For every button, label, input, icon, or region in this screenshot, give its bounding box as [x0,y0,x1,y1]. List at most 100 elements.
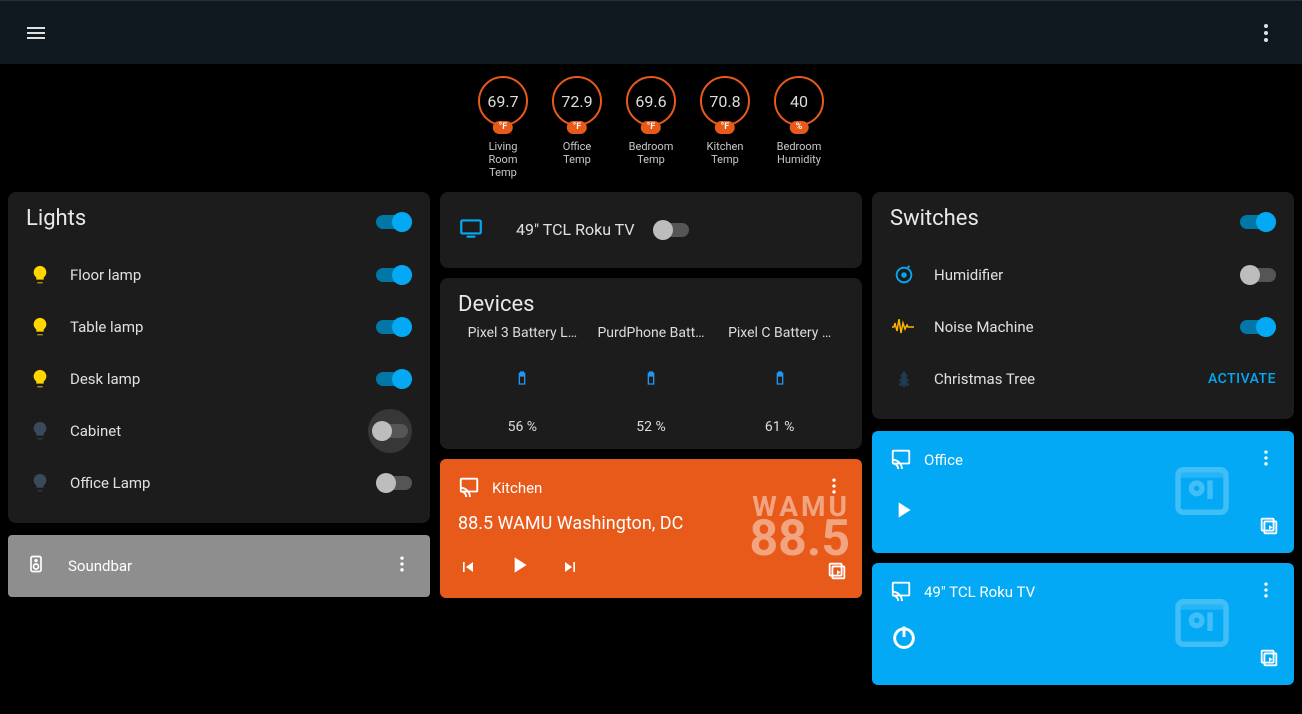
light-label: Desk lamp [70,370,360,388]
cast-icon [890,447,912,473]
light-label: Floor lamp [70,266,360,284]
device-name[interactable]: PurdPhone Batt… [587,325,716,341]
overflow-icon[interactable] [392,554,412,578]
sensor-kitchen-temp[interactable]: 70.8 °F Kitchen Temp [696,76,754,180]
queue-icon[interactable] [1258,647,1280,673]
switch-row-noise-machine[interactable]: Noise Machine [890,301,1276,353]
tv-icon [458,215,486,245]
devices-title: Devices [458,292,844,317]
tv-card: 49" TCL Roku TV [440,192,862,268]
light-row-desk-lamp[interactable]: Desk lamp [26,353,412,405]
device-value: 61 % [715,419,844,435]
soundbar-label: Soundbar [68,557,392,575]
lights-card: Lights Floor lamp Table lamp Desk lamp [8,192,430,523]
menu-icon[interactable] [24,21,48,45]
media-card-kitchen: WAMU 88.5 Kitchen 88.5 WAMU Washington, … [440,459,862,598]
overflow-icon[interactable] [824,476,844,500]
tv-toggle[interactable] [653,220,689,240]
sensor-value: 40 [790,92,808,111]
media-card-tv: 49" TCL Roku TV [872,563,1294,685]
sensor-office-temp[interactable]: 72.9 °F Office Temp [548,76,606,180]
light-row-office-lamp[interactable]: Office Lamp [26,457,412,509]
battery-icon [587,367,716,393]
sensor-label: Kitchen Temp [707,140,744,166]
device-value: 56 % [458,419,587,435]
play-icon[interactable] [890,508,916,527]
cast-icon [890,579,912,605]
sensor-unit: °F [567,121,587,134]
lights-title: Lights [26,206,86,231]
sensor-value: 69.6 [635,92,666,111]
light-label: Table lamp [70,318,360,336]
activate-button[interactable]: ACTIVATE [1208,371,1276,387]
cast-icon [458,475,480,501]
cast-label: Kitchen [492,479,542,497]
light-toggle[interactable] [368,409,412,453]
sensor-label: Living Room Temp [489,140,518,180]
skip-previous-icon[interactable] [458,557,478,577]
device-name[interactable]: Pixel C Battery … [715,325,844,341]
battery-icon [715,367,844,393]
skip-next-icon[interactable] [560,557,580,577]
device-name[interactable]: Pixel 3 Battery L… [458,325,587,341]
lightbulb-icon [26,420,54,442]
sensor-unit: % [790,121,809,134]
soundbar-card[interactable]: Soundbar [8,535,430,597]
switches-master-toggle[interactable] [1240,212,1276,232]
switches-title: Switches [890,206,979,231]
cast-label: 49" TCL Roku TV [924,583,1035,601]
sensor-bedroom-humidity[interactable]: 40% Bedroom Humidity [770,76,828,180]
overflow-icon[interactable] [1256,580,1276,604]
switch-toggle[interactable] [1240,317,1276,337]
sensor-unit: °F [493,121,513,134]
battery-icon [458,367,587,393]
switch-label: Christmas Tree [934,370,1192,388]
queue-icon[interactable] [1258,515,1280,541]
overflow-icon[interactable] [1256,448,1276,472]
speaker-icon [26,554,54,578]
overflow-icon[interactable] [1254,21,1278,45]
sensor-unit: °F [715,121,735,134]
media-title: 88.5 WAMU Washington, DC [458,513,844,534]
tree-icon [890,368,918,390]
switch-row-christmas-tree[interactable]: Christmas Tree ACTIVATE [890,353,1276,405]
device-value: 52 % [587,419,716,435]
cast-label: Office [924,451,963,469]
wave-icon [890,319,918,335]
light-row-table-lamp[interactable]: Table lamp [26,301,412,353]
switch-label: Noise Machine [934,318,1224,336]
light-row-floor-lamp[interactable]: Floor lamp [26,249,412,301]
lights-master-toggle[interactable] [376,212,412,232]
media-card-office: Office [872,431,1294,553]
switch-toggle[interactable] [1240,265,1276,285]
lightbulb-icon [26,264,54,286]
light-label: Cabinet [70,422,352,440]
queue-icon[interactable] [826,560,848,586]
light-label: Office Lamp [70,474,360,492]
sensor-row: 69.7 °F Living Room Temp 72.9 °F Office Te… [0,64,1302,184]
devices-card: Devices Pixel 3 Battery L… PurdPhone Bat… [440,278,862,449]
sensor-bedroom-temp[interactable]: 69.6 °F Bedroom Temp [622,76,680,180]
sensor-unit: °F [641,121,661,134]
sensor-value: 69.7 [487,92,518,111]
sensor-label: Bedroom Temp [629,140,674,166]
sensor-living-room-temp[interactable]: 69.7 °F Living Room Temp [474,76,532,180]
switch-row-humidifier[interactable]: Humidifier [890,249,1276,301]
sensor-value: 72.9 [561,92,592,111]
sensor-label: Bedroom Humidity [777,140,822,166]
lightbulb-icon [26,316,54,338]
switch-label: Humidifier [934,266,1224,284]
light-row-cabinet[interactable]: Cabinet [26,405,412,457]
humidifier-icon [890,264,918,286]
play-icon[interactable] [506,552,532,582]
light-toggle[interactable] [376,265,412,285]
top-bar [0,0,1302,64]
light-toggle[interactable] [376,369,412,389]
lightbulb-icon [26,472,54,494]
power-icon[interactable] [890,623,1276,655]
light-toggle[interactable] [376,473,412,493]
light-toggle[interactable] [376,317,412,337]
tv-label: 49" TCL Roku TV [516,220,635,239]
sensor-label: Office Temp [563,140,592,166]
sensor-value: 70.8 [709,92,740,111]
